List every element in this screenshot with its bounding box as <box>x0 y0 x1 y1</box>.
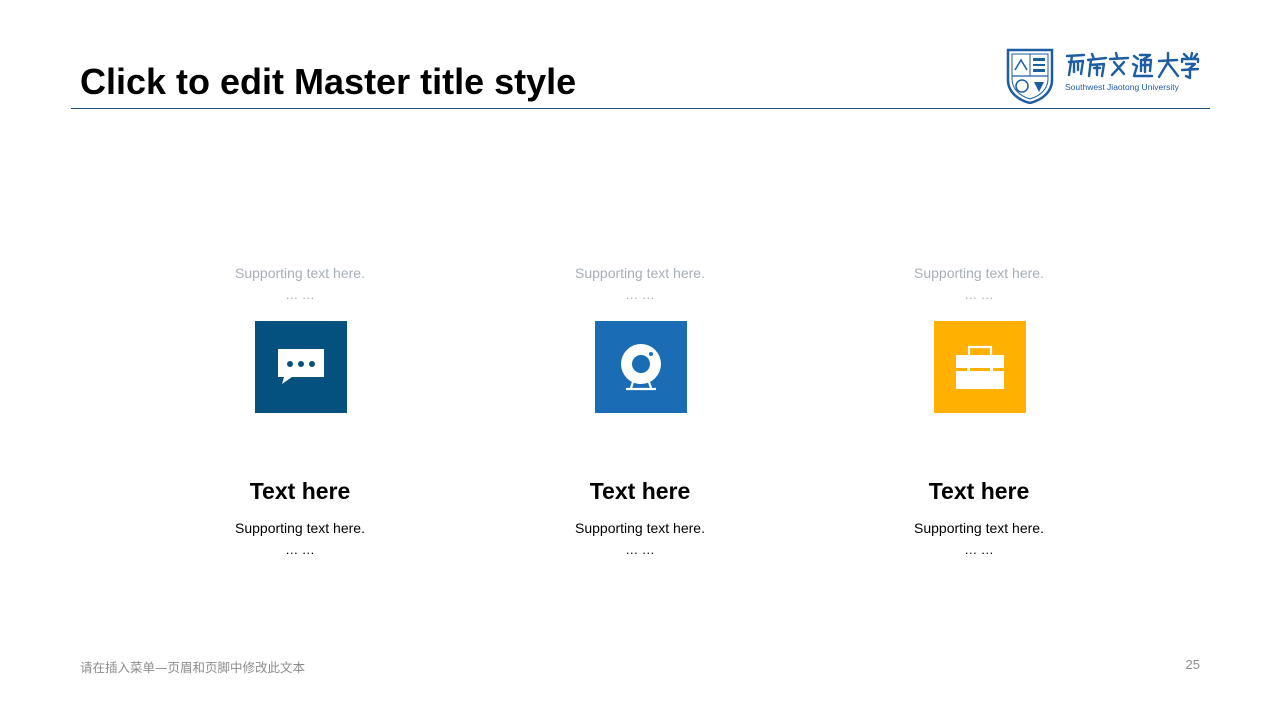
column-supporting-text[interactable]: Supporting text here. <box>520 519 760 537</box>
page-number: 25 <box>1185 657 1200 672</box>
feature-column-3: Supporting text here. … … Text here Supp… <box>859 262 1099 562</box>
toolbox-icon <box>934 321 1026 413</box>
university-calligraphy-name <box>1065 51 1200 80</box>
column-heading[interactable]: Text here <box>859 477 1099 505</box>
top-ellipsis: … … <box>964 287 994 302</box>
university-english-name: Southwest Jiaotong University <box>1065 82 1179 92</box>
icon-tile[interactable] <box>934 321 1026 413</box>
top-supporting-text[interactable]: Supporting text here. <box>520 264 760 282</box>
top-ellipsis: … … <box>625 287 655 302</box>
column-supporting-text[interactable]: Supporting text here. <box>180 519 420 537</box>
top-supporting-text[interactable]: Supporting text here. <box>180 264 420 282</box>
icon-tile[interactable] <box>595 321 687 413</box>
university-emblem-icon <box>1006 48 1054 104</box>
top-ellipsis: … … <box>285 287 315 302</box>
top-supporting-text[interactable]: Supporting text here. <box>859 264 1099 282</box>
column-ellipsis: … … <box>625 542 655 557</box>
chat-bubble-icon <box>255 321 347 413</box>
column-supporting-text[interactable]: Supporting text here. <box>859 519 1099 537</box>
feature-column-2: Supporting text here. … … Text here Supp… <box>520 262 760 562</box>
column-heading[interactable]: Text here <box>520 477 760 505</box>
column-ellipsis: … … <box>964 542 994 557</box>
column-ellipsis: … … <box>285 542 315 557</box>
icon-tile[interactable] <box>255 321 347 413</box>
footer-text[interactable]: 请在插入菜单—页眉和页脚中修改此文本 <box>80 657 305 676</box>
webcam-icon <box>595 321 687 413</box>
university-logo: Southwest Jiaotong University <box>1004 46 1204 104</box>
feature-column-1: Supporting text here. … … Text here Supp… <box>180 262 420 562</box>
slide-title[interactable]: Click to edit Master title style <box>80 60 576 104</box>
title-divider <box>71 108 1210 109</box>
column-heading[interactable]: Text here <box>180 477 420 505</box>
